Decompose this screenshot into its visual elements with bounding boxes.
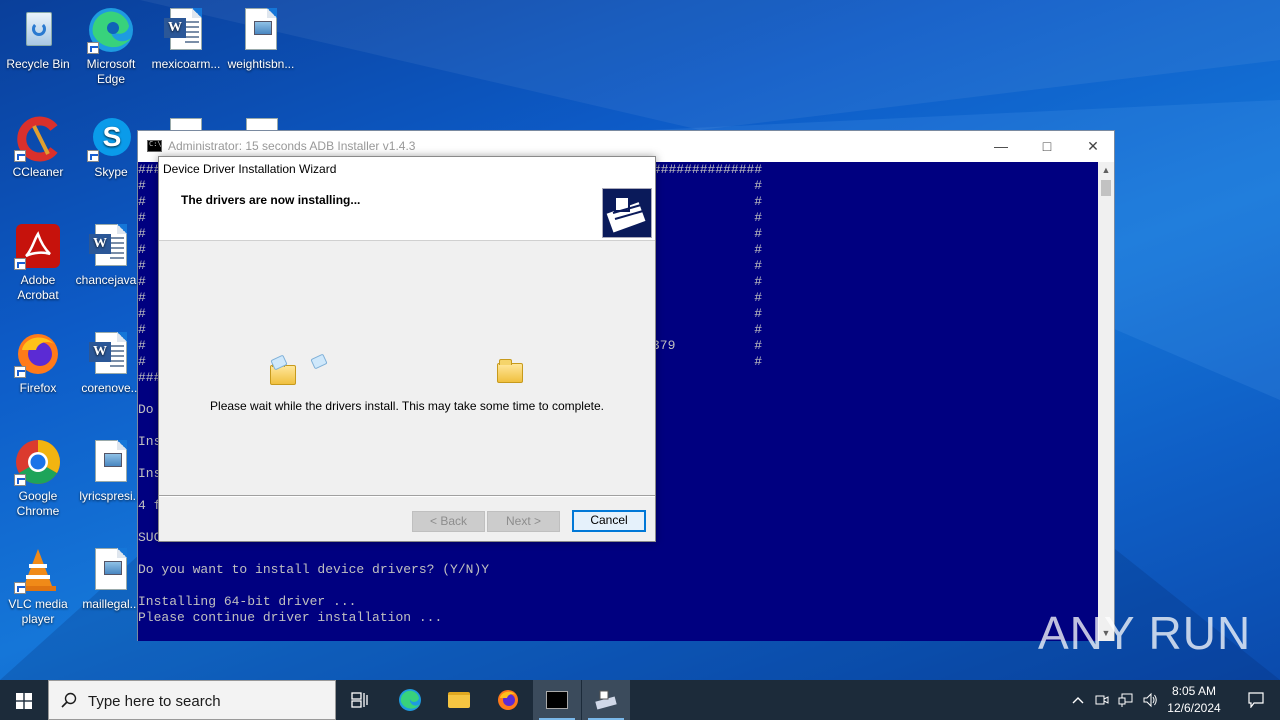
cancel-button[interactable]: Cancel bbox=[572, 510, 646, 532]
clock-date: 12/6/2024 bbox=[1167, 701, 1221, 715]
task-view-button[interactable] bbox=[336, 680, 384, 720]
destination-folder-icon bbox=[497, 359, 523, 383]
desktop-icon-label: Microsoft Edge bbox=[86, 57, 136, 86]
image-file-icon bbox=[87, 438, 135, 486]
desktop-icon-vlc[interactable]: VLC media player bbox=[0, 546, 76, 627]
scrollbar-thumb[interactable] bbox=[1101, 180, 1111, 196]
task-view-icon bbox=[351, 692, 368, 708]
maximize-button[interactable]: □ bbox=[1024, 131, 1070, 161]
meet-now-icon[interactable] bbox=[1092, 680, 1112, 720]
ccleaner-icon bbox=[14, 114, 62, 162]
cmd-icon bbox=[546, 691, 568, 709]
taskbar-edge[interactable] bbox=[386, 680, 434, 720]
taskbar-driver-wizard[interactable] bbox=[582, 680, 630, 720]
desktop-icon-edge[interactable]: Microsoft Edge bbox=[73, 6, 149, 87]
wizard-heading: The drivers are now installing... bbox=[181, 193, 361, 207]
hardware-install-icon bbox=[595, 690, 617, 710]
taskbar-firefox[interactable] bbox=[484, 680, 532, 720]
desktop-icon-label: Firefox bbox=[19, 381, 57, 395]
wizard-title: Device Driver Installation Wizard bbox=[159, 157, 655, 181]
desktop-icon-google-chrome[interactable]: Google Chrome bbox=[0, 438, 76, 519]
tray-overflow-chevron-icon[interactable] bbox=[1068, 680, 1088, 720]
desktop-icon-label: Recycle Bin bbox=[6, 57, 70, 71]
vlc-cone-icon bbox=[14, 546, 62, 594]
windows-logo-icon bbox=[16, 693, 32, 709]
edge-icon bbox=[399, 689, 421, 711]
notification-icon bbox=[1248, 692, 1264, 708]
anyrun-watermark: ANY RUN bbox=[1038, 606, 1251, 660]
image-file-icon bbox=[237, 6, 285, 54]
wizard-header: The drivers are now installing... bbox=[159, 181, 655, 241]
desktop-icon-label: Adobe Acrobat bbox=[17, 273, 59, 302]
taskbar-search-box[interactable]: Type here to search bbox=[48, 680, 336, 720]
flying-document-icon bbox=[310, 353, 328, 370]
clock-time: 8:05 AM bbox=[1171, 684, 1217, 698]
chrome-icon bbox=[14, 438, 62, 486]
desktop-icon-word-doc[interactable]: W mexicoarm... bbox=[148, 6, 224, 72]
desktop-icon-label: mexicoarm... bbox=[151, 57, 221, 71]
word-document-icon: W bbox=[87, 222, 135, 270]
desktop-icon-recycle-bin[interactable]: Recycle Bin bbox=[0, 6, 76, 72]
volume-icon[interactable] bbox=[1140, 680, 1160, 720]
word-document-icon: W bbox=[87, 330, 135, 378]
desktop-icon-label: VLC media player bbox=[8, 597, 68, 626]
desktop-icon-label: CCleaner bbox=[12, 165, 64, 179]
network-icon[interactable] bbox=[1116, 680, 1136, 720]
desktop-icon-image-file[interactable]: weightisbn... bbox=[223, 6, 299, 72]
taskbar-cmd[interactable] bbox=[533, 680, 581, 720]
search-placeholder: Type here to search bbox=[88, 693, 221, 710]
notifications-button[interactable] bbox=[1232, 680, 1280, 720]
wizard-message: Please wait while the drivers install. T… bbox=[210, 399, 604, 413]
taskbar: Type here to search 8:05 AM 12/6/2024 bbox=[0, 680, 1280, 720]
scroll-up-arrow-icon[interactable]: ▲ bbox=[1098, 162, 1114, 178]
skype-icon: S bbox=[87, 114, 135, 162]
start-button[interactable] bbox=[0, 680, 48, 720]
desktop-icon-adobe-acrobat[interactable]: Adobe Acrobat bbox=[0, 222, 76, 303]
hardware-install-icon bbox=[602, 188, 652, 238]
console-title: Administrator: 15 seconds ADB Installer … bbox=[168, 139, 416, 153]
image-file-icon bbox=[87, 546, 135, 594]
firefox-icon bbox=[14, 330, 62, 378]
edge-icon bbox=[87, 6, 135, 54]
back-button[interactable]: < Back bbox=[412, 511, 485, 532]
watermark-text: ANY RUN bbox=[1038, 607, 1252, 659]
word-document-icon: W bbox=[162, 6, 210, 54]
minimize-button[interactable]: — bbox=[978, 131, 1024, 161]
taskbar-file-explorer[interactable] bbox=[435, 680, 483, 720]
driver-install-wizard[interactable]: Device Driver Installation Wizard The dr… bbox=[158, 156, 656, 542]
next-button[interactable]: Next > bbox=[487, 511, 560, 532]
search-icon bbox=[61, 692, 77, 708]
desktop-icon-ccleaner[interactable]: CCleaner bbox=[0, 114, 76, 180]
taskbar-clock[interactable]: 8:05 AM 12/6/2024 bbox=[1160, 683, 1228, 717]
desktop-icon-label: Google Chrome bbox=[16, 489, 60, 518]
cmd-icon bbox=[147, 140, 162, 152]
close-button[interactable]: ✕ bbox=[1070, 131, 1116, 161]
firefox-icon bbox=[498, 690, 518, 710]
folder-icon bbox=[448, 692, 470, 708]
recycle-bin-icon bbox=[14, 6, 62, 54]
desktop-icon-label: weightisbn... bbox=[227, 57, 295, 71]
wizard-separator bbox=[159, 495, 655, 497]
acrobat-icon bbox=[14, 222, 62, 270]
console-scrollbar[interactable]: ▲ ▼ bbox=[1098, 162, 1114, 641]
desktop-icon-firefox[interactable]: Firefox bbox=[0, 330, 76, 396]
